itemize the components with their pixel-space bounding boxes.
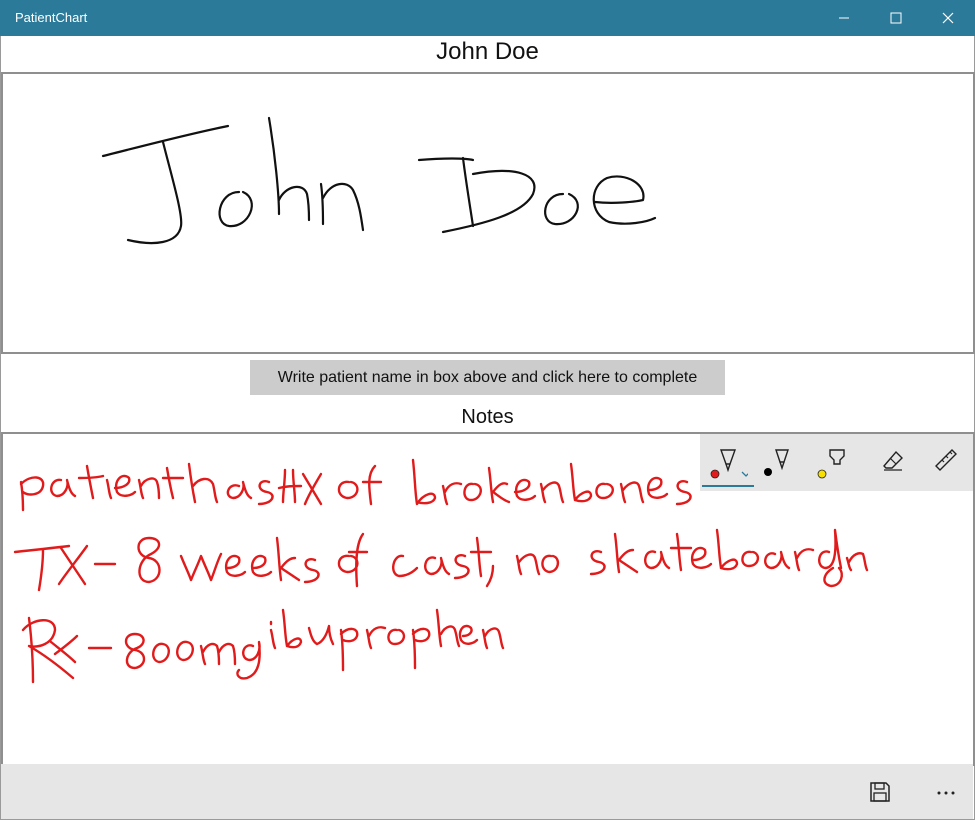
maximize-button[interactable]: [870, 0, 922, 36]
ink-toolbar: [700, 434, 973, 491]
close-icon: [942, 12, 954, 24]
close-button[interactable]: [922, 0, 974, 36]
minimize-icon: [839, 17, 849, 19]
complete-name-button[interactable]: Write patient name in box above and clic…: [250, 360, 725, 395]
patient-name-heading: John Doe: [436, 38, 539, 65]
command-bar: [1, 764, 973, 819]
pencil-tool[interactable]: [762, 440, 802, 480]
ruler-icon: [935, 449, 957, 471]
pencil-icon: [764, 449, 789, 476]
name-ink-canvas[interactable]: [1, 72, 975, 354]
ballpoint-pen-tool[interactable]: [708, 440, 748, 480]
title-bar: PatientChart: [0, 0, 975, 36]
highlighter-icon: [817, 449, 845, 479]
notes-ink-canvas[interactable]: [1, 432, 975, 766]
selected-tool-indicator: [702, 485, 754, 487]
save-button[interactable]: [862, 774, 898, 810]
handwritten-note-line-3: [21, 608, 505, 684]
eraser-icon: [883, 450, 903, 471]
maximize-icon: [890, 12, 902, 24]
ballpoint-pen-icon: [710, 449, 748, 479]
more-button[interactable]: [928, 774, 964, 810]
notes-heading: Notes: [461, 406, 514, 428]
ruler-tool[interactable]: [926, 440, 966, 480]
minimize-button[interactable]: [818, 0, 870, 36]
handwritten-patient-name: [101, 116, 657, 245]
eraser-tool[interactable]: [872, 440, 912, 480]
more-icon: [937, 791, 955, 795]
handwritten-note-line-1: [19, 458, 692, 512]
highlighter-tool[interactable]: [816, 440, 856, 480]
app-title: PatientChart: [15, 10, 88, 25]
handwritten-note-line-2: [13, 528, 869, 592]
save-icon: [870, 782, 890, 802]
